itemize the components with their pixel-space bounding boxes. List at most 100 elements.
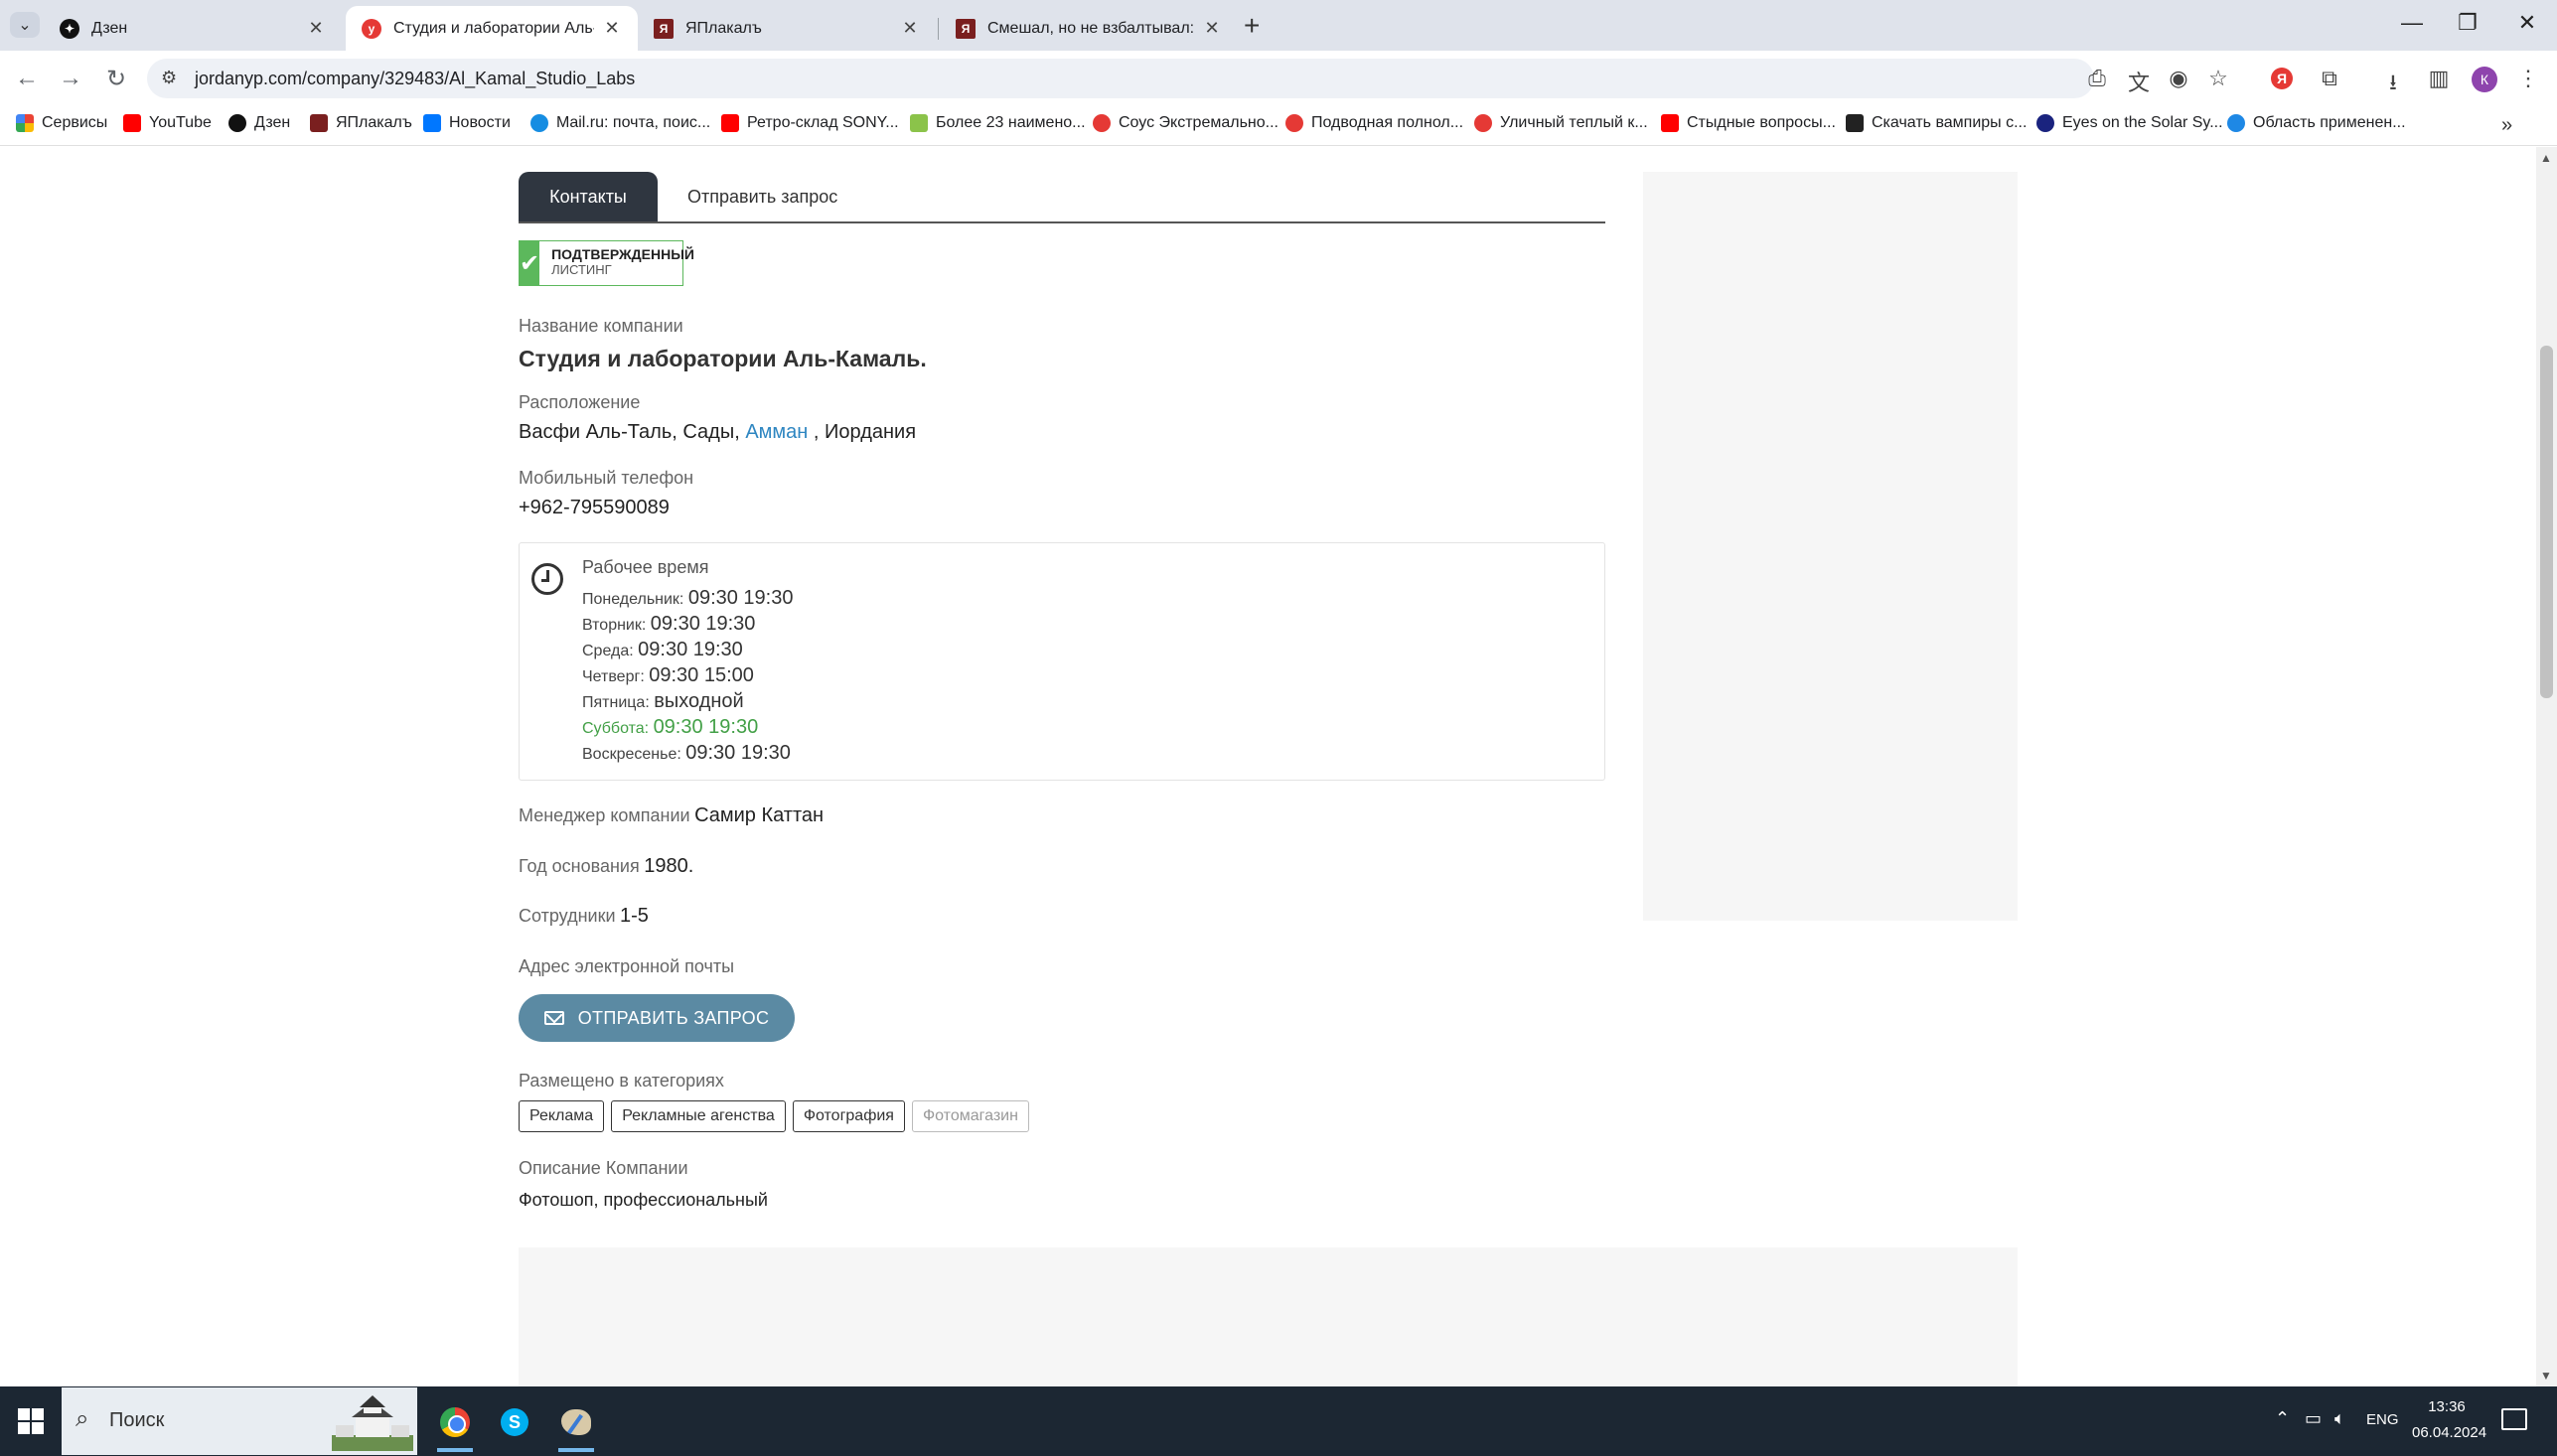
tab-yaplakal-2[interactable]: Я Смешал, но не взбалтывал: 06 ✕ xyxy=(940,6,1238,51)
zen-icon xyxy=(228,114,246,132)
chevron-up-icon[interactable]: ⌃ xyxy=(2275,1408,2290,1429)
network-icon[interactable]: ▭ xyxy=(2305,1408,2322,1429)
location: Васфи Аль-Таль, Сады, Амман , Иордания xyxy=(519,421,917,443)
company-name: Студия и лаборатории Аль-Камаль. xyxy=(519,346,927,371)
tab-zen[interactable]: ✦ Дзен ✕ xyxy=(44,6,342,51)
download-icon[interactable]: ⭳ xyxy=(2378,66,2408,103)
minimize-button[interactable]: — xyxy=(2392,10,2432,36)
hide-eye-icon[interactable]: ◉ xyxy=(2164,66,2193,91)
categories-label: Размещено в категориях xyxy=(519,1071,724,1091)
taskbar-chrome[interactable] xyxy=(429,1396,481,1452)
search-icon: ⌕ xyxy=(75,1405,89,1432)
install-app-icon[interactable]: ⎙ xyxy=(2082,66,2112,91)
castle-illustration xyxy=(332,1395,413,1451)
scroll-up-icon[interactable]: ▲ xyxy=(2540,151,2552,165)
category-tag[interactable]: Фотомагазин xyxy=(911,1100,1029,1132)
bookmark-vampires[interactable]: Скачать вампиры с... xyxy=(1846,114,2027,132)
category-tag[interactable]: Рекламные агенства xyxy=(611,1100,786,1132)
site-icon xyxy=(1285,114,1303,132)
bookmark-news[interactable]: Новости xyxy=(423,114,511,132)
profile-avatar[interactable]: К xyxy=(2472,67,2497,92)
tab-yaplakal[interactable]: Я ЯПлакалъ ✕ xyxy=(638,6,936,51)
ad-placeholder-right xyxy=(1643,172,2018,921)
close-tab-icon[interactable]: ✕ xyxy=(306,18,326,39)
yandex-extension-icon[interactable]: Я xyxy=(2271,68,2293,89)
menu-kebab-icon[interactable]: ⋮ xyxy=(2513,66,2543,91)
tab-send-request[interactable]: Отправить запрос xyxy=(676,172,849,221)
youtube-icon xyxy=(1661,114,1679,132)
scrollbar-thumb[interactable] xyxy=(2540,346,2553,698)
chevron-double-right-icon[interactable]: » xyxy=(2501,114,2512,137)
bookmark-star-icon[interactable]: ☆ xyxy=(2203,66,2233,91)
restore-button[interactable]: ❐ xyxy=(2448,10,2487,36)
bookmark-questions[interactable]: Стыдные вопросы... xyxy=(1661,114,1836,132)
yaplakal-icon xyxy=(310,114,328,132)
close-tab-icon[interactable]: ✕ xyxy=(900,18,920,39)
bookmark-youtube[interactable]: YouTube xyxy=(123,114,212,132)
phone-label: Мобильный телефон xyxy=(519,468,694,488)
site-icon xyxy=(910,114,928,132)
notification-icon[interactable] xyxy=(2501,1408,2527,1430)
translate-icon[interactable]: 文 xyxy=(2124,66,2154,97)
windows-start-icon[interactable] xyxy=(18,1408,44,1434)
employees-row: Сотрудники 1-5 xyxy=(519,905,649,927)
tab-separator xyxy=(938,18,939,40)
tab-jordanyp[interactable]: y Студия и лаборатории Аль-Ка ✕ xyxy=(346,6,638,51)
send-request-button[interactable]: ОТПРАВИТЬ ЗАПРОС xyxy=(519,994,795,1042)
bookmark-retro[interactable]: Ретро-склад SONY... xyxy=(721,114,899,132)
youtube-icon xyxy=(123,114,141,132)
bookmark-street[interactable]: Уличный теплый к... xyxy=(1474,114,1648,132)
system-clock[interactable]: 13:36 06.04.2024 xyxy=(2412,1394,2486,1446)
scroll-down-icon[interactable]: ▼ xyxy=(2540,1369,2552,1383)
forward-button[interactable]: → xyxy=(56,65,85,92)
bookmark-area[interactable]: Область применен... xyxy=(2227,114,2406,132)
tab-search-button[interactable]: ⌄ xyxy=(10,12,40,38)
back-button[interactable]: ← xyxy=(12,65,42,92)
close-window-button[interactable]: ✕ xyxy=(2507,10,2547,36)
tabs-divider xyxy=(519,221,1605,223)
reload-button[interactable]: ↻ xyxy=(101,65,131,93)
tab-contacts[interactable]: Контакты xyxy=(519,172,658,221)
bookmark-solar[interactable]: Eyes on the Solar Sy... xyxy=(2036,114,2223,132)
description-label: Описание Компании xyxy=(519,1158,688,1178)
bookmark-more-23[interactable]: Более 23 наимено... xyxy=(910,114,1086,132)
categories-list: Реклама Рекламные агенства Фотография Фо… xyxy=(519,1100,1029,1132)
close-tab-icon[interactable]: ✕ xyxy=(602,18,622,39)
city-link[interactable]: Амман xyxy=(745,421,808,443)
windows-taskbar: ⌕ Поиск S ⌃ ▭ 🔈︎ ENG 13:36 06.04.2024 xyxy=(0,1386,2557,1456)
browser-tab-bar: ⌄ ✦ Дзен ✕ y Студия и лаборатории Аль-Ка… xyxy=(0,0,2557,51)
extensions-icon[interactable]: ⧉ xyxy=(2315,66,2344,91)
hours-row: Четверг: 09:30 15:00 xyxy=(582,664,754,686)
manager-row: Менеджер компании Самир Каттан xyxy=(519,804,825,826)
volume-icon[interactable]: 🔈︎ xyxy=(2334,1408,2345,1429)
language-indicator[interactable]: ENG xyxy=(2366,1411,2399,1428)
hours-row: Воскресенье: 09:30 19:30 xyxy=(582,742,791,764)
new-tab-button[interactable]: + xyxy=(1244,10,1260,42)
close-tab-icon[interactable]: ✕ xyxy=(1202,18,1222,39)
hours-row: Вторник: 09:30 19:30 xyxy=(582,613,756,635)
bookmark-sauce[interactable]: Соус Экстремально... xyxy=(1093,114,1278,132)
url-text[interactable]: jordanyp.com/company/329483/Al_Kamal_Stu… xyxy=(195,69,635,89)
taskbar-search[interactable]: ⌕ Поиск xyxy=(62,1387,417,1455)
working-hours-box: Рабочее время Понедельник: 09:30 19:30 В… xyxy=(519,542,1605,781)
bookmark-mailru[interactable]: Mail.ru: почта, поис... xyxy=(530,114,710,132)
page-scrollbar[interactable]: ▲ ▼ xyxy=(2536,147,2557,1386)
address-bar[interactable]: ⚙ jordanyp.com/company/329483/Al_Kamal_S… xyxy=(147,59,2094,98)
category-tag[interactable]: Фотография xyxy=(792,1100,905,1132)
hours-row: Пятница: выходной xyxy=(582,690,744,712)
category-tag[interactable]: Реклама xyxy=(519,1100,605,1132)
taskbar-paint[interactable] xyxy=(550,1396,602,1452)
page-content: Контакты Отправить запрос ✔ ПОДТВЕРЖДЕНН… xyxy=(0,147,2536,1386)
hours-row: Понедельник: 09:30 19:30 xyxy=(582,587,794,609)
paint-icon xyxy=(561,1409,591,1435)
site-info-icon[interactable]: ⚙ xyxy=(161,68,177,88)
phone-number: +962-795590089 xyxy=(519,497,670,518)
bookmark-underwater[interactable]: Подводная полнол... xyxy=(1285,114,1463,132)
verified-listing-badge: ✔ ПОДТВЕРЖДЕННЫЙ ЛИСТИНГ xyxy=(519,240,694,286)
bookmark-services[interactable]: Сервисы xyxy=(16,114,107,132)
bookmark-yaplakal[interactable]: ЯПлакалъ xyxy=(310,114,412,132)
bookmark-zen[interactable]: Дзен xyxy=(228,114,290,132)
side-panel-icon[interactable]: ▥ xyxy=(2424,66,2454,91)
taskbar-skype[interactable]: S xyxy=(489,1396,540,1448)
chrome-icon xyxy=(440,1407,470,1437)
